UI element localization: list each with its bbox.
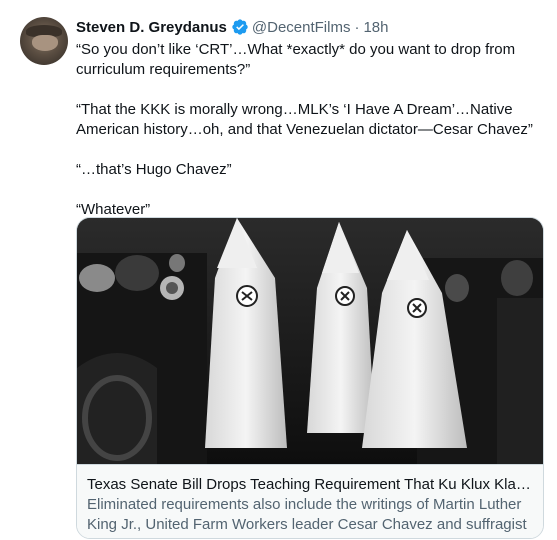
author-avatar[interactable] <box>20 17 68 65</box>
card-description: Eliminated requirements also include the… <box>87 496 527 538</box>
tweet-paragraph-3: “…that’s Hugo Chavez” <box>76 161 232 178</box>
author-name[interactable]: Steven D. Greydanus <box>76 19 227 36</box>
tweet-paragraph-2: “That the KKK is morally wrong…MLK’s ‘I … <box>76 101 533 138</box>
card-text-area[interactable]: Texas Senate Bill Drops Teaching Require… <box>77 464 543 538</box>
tweet-paragraph-1: “So you don’t like ‘CRT’…What *exactly* … <box>76 41 516 78</box>
link-preview-card[interactable]: Texas Senate Bill Drops Teaching Require… <box>76 217 544 539</box>
tweet-header: Steven D. Greydanus @DecentFilms · 18h <box>76 17 389 37</box>
card-title[interactable]: Texas Senate Bill Drops Teaching Require… <box>87 475 531 495</box>
tweet-text: “So you don’t like ‘CRT’…What *exactly* … <box>76 40 538 240</box>
author-handle[interactable]: @DecentFilms <box>252 19 351 36</box>
separator-dot: · <box>354 18 360 36</box>
tweet-timestamp[interactable]: 18h <box>363 19 388 36</box>
card-image[interactable] <box>77 218 543 464</box>
avatar-face <box>32 35 58 51</box>
verified-badge-icon <box>231 18 249 36</box>
tweet[interactable]: Steven D. Greydanus @DecentFilms · 18h “… <box>0 0 557 540</box>
